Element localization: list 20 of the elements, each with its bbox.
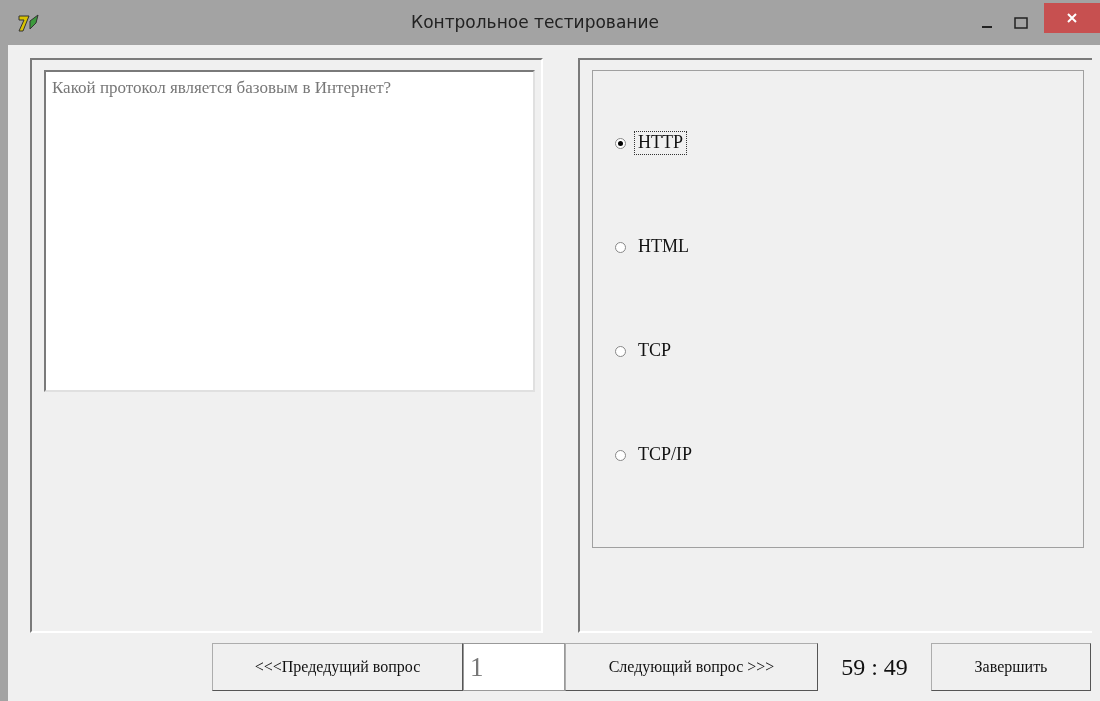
radio-button[interactable] — [615, 450, 626, 461]
timer: 59 : 49 — [840, 653, 909, 682]
previous-question-button[interactable]: <<<Предедущий вопрос — [212, 643, 463, 691]
answer-label[interactable]: TCP — [634, 339, 675, 363]
question-text: Какой протокол является базовым в Интернет? — [44, 70, 535, 392]
minimize-icon — [982, 25, 992, 28]
answer-label[interactable]: TCP/IP — [634, 443, 697, 467]
answer-label[interactable]: HTML — [634, 235, 693, 259]
radio-button[interactable] — [615, 138, 626, 149]
finish-button[interactable]: Завершить — [931, 643, 1091, 691]
close-icon — [1066, 11, 1078, 24]
radio-button[interactable] — [615, 242, 626, 253]
question-number-field[interactable]: 1 — [463, 643, 565, 691]
window-title: Контрольное тестирование — [410, 10, 660, 34]
close-button[interactable] — [1044, 2, 1100, 33]
app-logo-icon — [18, 12, 40, 33]
radio-button[interactable] — [615, 346, 626, 357]
next-question-button[interactable]: Следующий вопрос >>> — [565, 643, 818, 691]
maximize-icon — [1014, 16, 1028, 29]
answer-label[interactable]: HTTP — [634, 131, 687, 155]
